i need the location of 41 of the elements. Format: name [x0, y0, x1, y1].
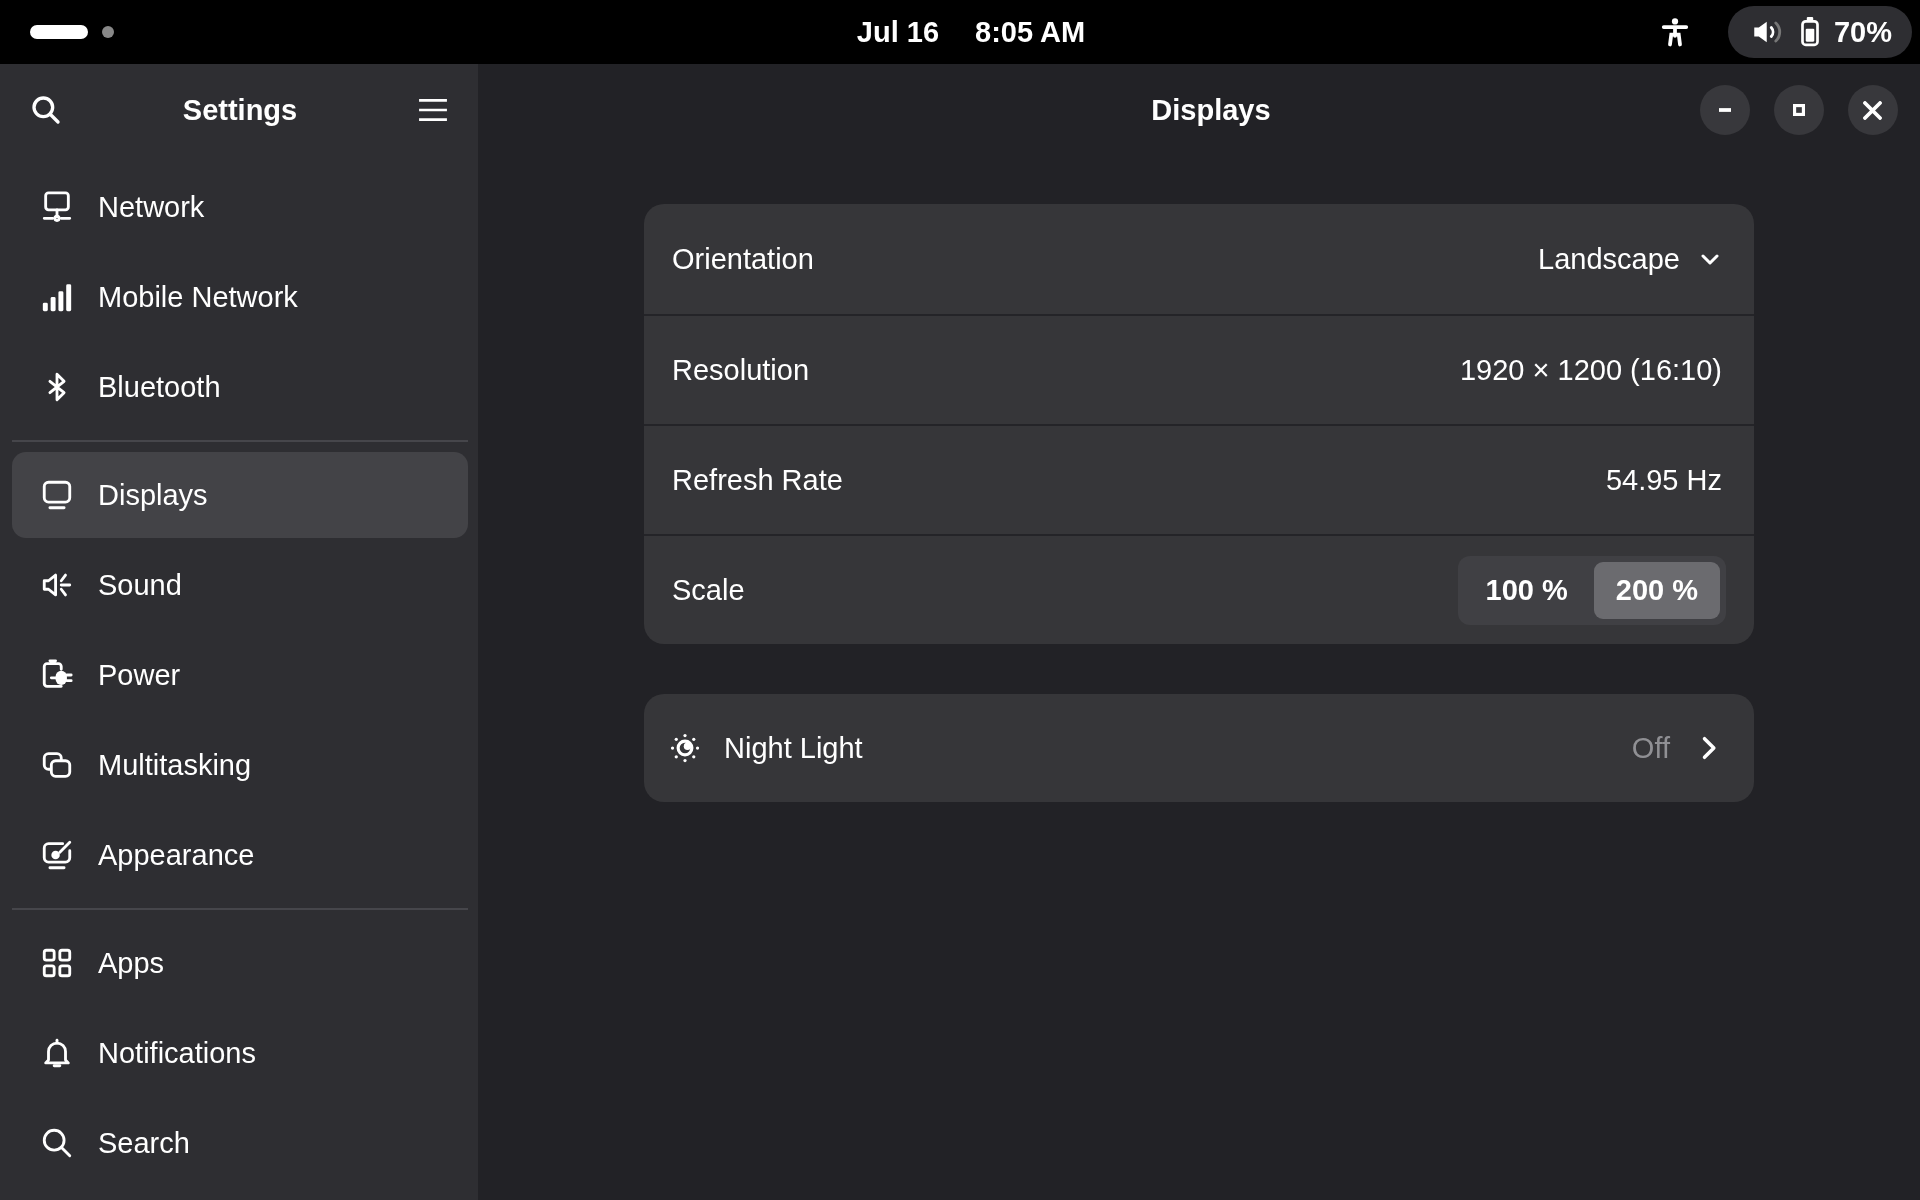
sidebar-item[interactable]: Network — [12, 164, 468, 250]
system-status-button[interactable]: 70% — [1727, 6, 1912, 58]
sidebar-item[interactable]: Multitasking — [12, 722, 468, 808]
monitor-network-icon — [40, 190, 74, 224]
search-icon — [40, 1126, 74, 1160]
row-label: Scale — [672, 573, 745, 607]
sidebar-item[interactable]: Appearance — [12, 812, 468, 898]
row-value: 54.95 Hz — [1605, 463, 1722, 497]
orientation-dropdown[interactable]: Landscape — [1538, 242, 1722, 276]
sidebar-item[interactable]: Bluetooth — [12, 344, 468, 430]
accessibility-icon[interactable] — [1659, 16, 1690, 48]
night-light-row[interactable]: Night Light Off — [644, 694, 1754, 802]
sidebar-item[interactable]: Displays — [12, 452, 468, 538]
sidebar-title: Settings — [182, 93, 298, 127]
date-label[interactable]: Jul 16 — [856, 15, 940, 49]
close-icon — [1863, 100, 1883, 120]
scale-option[interactable]: 200 % — [1593, 561, 1720, 619]
row-label: Resolution — [672, 353, 810, 387]
app-grid-icon — [40, 946, 74, 980]
sidebar-item[interactable]: Apps — [12, 920, 468, 1006]
row-label: Orientation — [672, 242, 814, 276]
search-icon — [30, 94, 62, 126]
menu-icon — [418, 97, 448, 123]
sidebar-item[interactable]: Power — [12, 632, 468, 718]
maximize-icon — [1793, 104, 1805, 116]
sidebar-item[interactable]: Notifications — [12, 1010, 468, 1096]
maximize-button[interactable] — [1774, 85, 1824, 135]
monitor-icon — [40, 478, 74, 512]
sidebar-item[interactable]: Search — [12, 1100, 468, 1186]
sun-moon-icon — [670, 733, 700, 763]
minimize-icon — [1719, 108, 1731, 112]
scale-option[interactable]: 100 % — [1463, 561, 1590, 619]
sidebar-item[interactable]: Sound — [12, 542, 468, 628]
battery-icon — [1799, 17, 1820, 47]
time-label[interactable]: 8:05 AM — [975, 15, 1086, 49]
sidebar-item[interactable]: Mobile Network — [12, 254, 468, 340]
monitor-brush-icon — [40, 838, 74, 872]
close-button[interactable] — [1848, 85, 1898, 135]
row-label: Refresh Rate — [672, 463, 843, 497]
row-value: 1920 × 1200 (16:10) — [1459, 353, 1722, 387]
window-title: Displays — [1151, 93, 1271, 127]
